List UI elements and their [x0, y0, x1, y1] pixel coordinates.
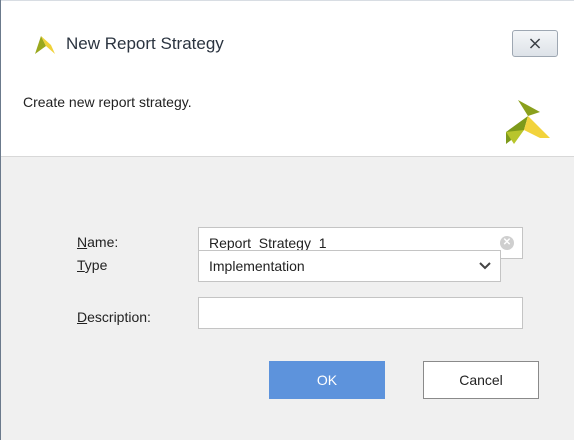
- name-label: Name:: [77, 234, 119, 250]
- header-description: Create new report strategy.: [23, 94, 192, 110]
- description-label: Description:: [77, 309, 151, 325]
- title-bar: New Report Strategy ⨯: [1, 0, 574, 83]
- xilinx-logo-icon: [506, 100, 550, 144]
- window-title: New Report Strategy: [66, 34, 224, 53]
- type-label: Type: [77, 257, 108, 273]
- xilinx-logo-icon: [35, 36, 55, 54]
- new-report-strategy-dialog: New Report Strategy ⨯ Create new report …: [0, 0, 574, 440]
- close-icon: ⨯: [527, 33, 543, 53]
- clear-icon[interactable]: ✕: [500, 236, 514, 250]
- chevron-down-icon: [479, 262, 491, 270]
- name-value: Report_Strategy_1: [209, 235, 327, 251]
- ok-button[interactable]: OK: [269, 361, 385, 399]
- description-input[interactable]: [198, 297, 523, 329]
- close-button[interactable]: ⨯: [512, 30, 558, 57]
- cancel-button[interactable]: Cancel: [423, 361, 539, 399]
- type-select[interactable]: Implementation: [198, 250, 501, 282]
- dialog-header: Create new report strategy.: [1, 82, 574, 157]
- type-value: Implementation: [209, 258, 305, 274]
